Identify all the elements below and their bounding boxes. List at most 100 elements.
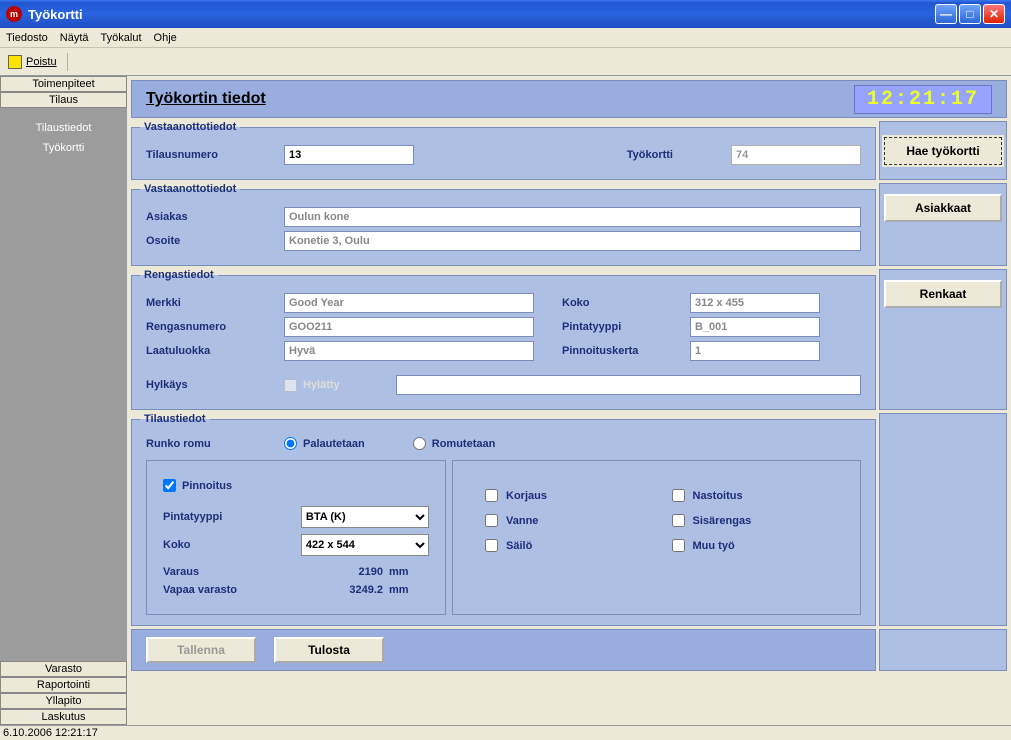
- sidebar-item-yllapito[interactable]: Yllapito: [0, 693, 127, 709]
- page-title: Työkortin tiedot: [146, 90, 854, 108]
- radio-return[interactable]: [284, 437, 297, 450]
- tires-button[interactable]: Renkaat: [884, 280, 1002, 308]
- sidebar-item-tilaus[interactable]: Tilaus: [0, 92, 127, 108]
- input-tread-type: [690, 317, 820, 337]
- sidebar-item-laskutus[interactable]: Laskutus: [0, 709, 127, 725]
- sidebar-item-toimenpiteet[interactable]: Toimenpiteet: [0, 76, 127, 92]
- label-work-card: Työkortti: [627, 149, 673, 161]
- menubar: Tiedosto Näytä Työkalut Ohje: [0, 28, 1011, 48]
- checkbox-rejected: [284, 379, 297, 392]
- label-reject: Hylkäys: [146, 379, 276, 391]
- app-icon: m: [6, 6, 22, 22]
- label-cb-repair: Korjaus: [506, 490, 547, 502]
- exit-icon: [8, 55, 22, 69]
- label-retread-cb: Pinnoitus: [182, 480, 232, 492]
- menu-help[interactable]: Ohje: [154, 32, 177, 44]
- input-quality: [284, 341, 534, 361]
- label-cb-stud: Nastoitus: [693, 490, 743, 502]
- section-order-lookup: Vastaanottotiedot Tilausnumero Työkortti: [131, 121, 876, 180]
- menu-view[interactable]: Näytä: [60, 32, 89, 44]
- checkbox-other[interactable]: [672, 539, 685, 552]
- label-cb-other: Muu työ: [693, 540, 735, 552]
- label-radio-return: Palautetaan: [303, 438, 365, 450]
- input-brand: [284, 293, 534, 313]
- label-size: Koko: [562, 297, 682, 309]
- sidebar: Toimenpiteet Tilaus Tilaustiedot Työkort…: [0, 76, 127, 725]
- subpanel-retread: Pinnoitus Pintatyyppi BTA (K) Koko: [146, 460, 446, 615]
- menu-file[interactable]: Tiedosto: [6, 32, 48, 44]
- label-cb-inner: Sisärengas: [693, 515, 752, 527]
- print-button[interactable]: Tulosta: [274, 637, 384, 663]
- menu-tools[interactable]: Työkalut: [101, 32, 142, 44]
- checkbox-stud[interactable]: [672, 489, 685, 502]
- titlebar: m Työkortti — □ ✕: [0, 0, 1011, 28]
- label-brand: Merkki: [146, 297, 276, 309]
- value-free-stock: 3249.2: [303, 584, 383, 596]
- sidebar-item-raportointi[interactable]: Raportointi: [0, 677, 127, 693]
- maximize-button[interactable]: □: [959, 4, 981, 24]
- input-tire-number: [284, 317, 534, 337]
- select-tread-type[interactable]: BTA (K): [301, 506, 429, 528]
- label-frame-scrap: Runko romu: [146, 438, 276, 450]
- label-size-select: Koko: [163, 539, 301, 551]
- label-tread-select: Pintatyyppi: [163, 511, 301, 523]
- input-retread-count: [690, 341, 820, 361]
- select-size[interactable]: 422 x 544: [301, 534, 429, 556]
- label-order-number: Tilausnumero: [146, 149, 276, 161]
- toolbar: Poistu: [0, 48, 1011, 76]
- section-order-details: Tilaustiedot Runko romu Palautetaan Romu…: [131, 413, 876, 626]
- section-customer-info: Vastaanottotiedot Asiakas Osoite: [131, 183, 876, 266]
- customers-button[interactable]: Asiakkaat: [884, 194, 1002, 222]
- label-reserved: Varaus: [163, 566, 303, 578]
- label-radio-scrap: Romutetaan: [432, 438, 496, 450]
- window-title: Työkortti: [28, 7, 935, 22]
- sidepanel-empty-2: [879, 629, 1007, 671]
- label-retread-count: Pinnoituskerta: [562, 345, 682, 357]
- legend-section4: Tilaustiedot: [140, 413, 210, 425]
- label-rejected-cb: Hylätty: [303, 379, 340, 391]
- footer-band: Tallenna Tulosta: [131, 629, 876, 671]
- input-customer: [284, 207, 861, 227]
- input-size: [690, 293, 820, 313]
- label-tread-type: Pintatyyppi: [562, 321, 682, 333]
- statusbar: 6.10.2006 12:21:17: [0, 725, 1011, 740]
- toolbar-separator: [67, 53, 68, 71]
- label-cb-rim: Vanne: [506, 515, 538, 527]
- unit-free-stock: mm: [389, 584, 409, 596]
- label-tire-number: Rengasnumero: [146, 321, 276, 333]
- clock: 12:21:17: [854, 85, 992, 114]
- header-band: Työkortin tiedot 12:21:17: [131, 80, 1007, 118]
- label-customer: Asiakas: [146, 211, 276, 223]
- checkbox-inner[interactable]: [672, 514, 685, 527]
- checkbox-repair[interactable]: [485, 489, 498, 502]
- minimize-button[interactable]: —: [935, 4, 957, 24]
- status-datetime: 6.10.2006 12:21:17: [3, 727, 98, 739]
- checkbox-rim[interactable]: [485, 514, 498, 527]
- input-address: [284, 231, 861, 251]
- unit-reserved: mm: [389, 566, 409, 578]
- close-button[interactable]: ✕: [983, 4, 1005, 24]
- label-free-stock: Vapaa varasto: [163, 584, 303, 596]
- sidepanel-empty: [879, 413, 1007, 626]
- exit-button[interactable]: Poistu: [26, 56, 57, 68]
- sidebar-item-varasto[interactable]: Varasto: [0, 661, 127, 677]
- sidebar-link-tyokortti[interactable]: Työkortti: [0, 138, 127, 158]
- save-button[interactable]: Tallenna: [146, 637, 256, 663]
- legend-section1: Vastaanottotiedot: [140, 121, 240, 133]
- subpanel-extras: Korjaus Nastoitus Vanne Sisärengas Säilö…: [452, 460, 861, 615]
- sidebar-link-tilaustiedot[interactable]: Tilaustiedot: [0, 118, 127, 138]
- input-reject-reason[interactable]: [396, 375, 861, 395]
- checkbox-retread[interactable]: [163, 479, 176, 492]
- radio-scrap[interactable]: [413, 437, 426, 450]
- workarea: Työkortin tiedot 12:21:17 Vastaanottotie…: [127, 76, 1011, 725]
- fetch-work-card-button[interactable]: Hae työkortti: [884, 137, 1002, 165]
- checkbox-tank[interactable]: [485, 539, 498, 552]
- input-order-number[interactable]: [284, 145, 414, 165]
- section-tire-info: Rengastiedot Merkki Koko Rengasnumero Pi…: [131, 269, 876, 410]
- label-address: Osoite: [146, 235, 276, 247]
- label-quality: Laatuluokka: [146, 345, 276, 357]
- legend-section3: Rengastiedot: [140, 269, 218, 281]
- label-cb-tank: Säilö: [506, 540, 532, 552]
- input-work-card: [731, 145, 861, 165]
- value-reserved: 2190: [303, 566, 383, 578]
